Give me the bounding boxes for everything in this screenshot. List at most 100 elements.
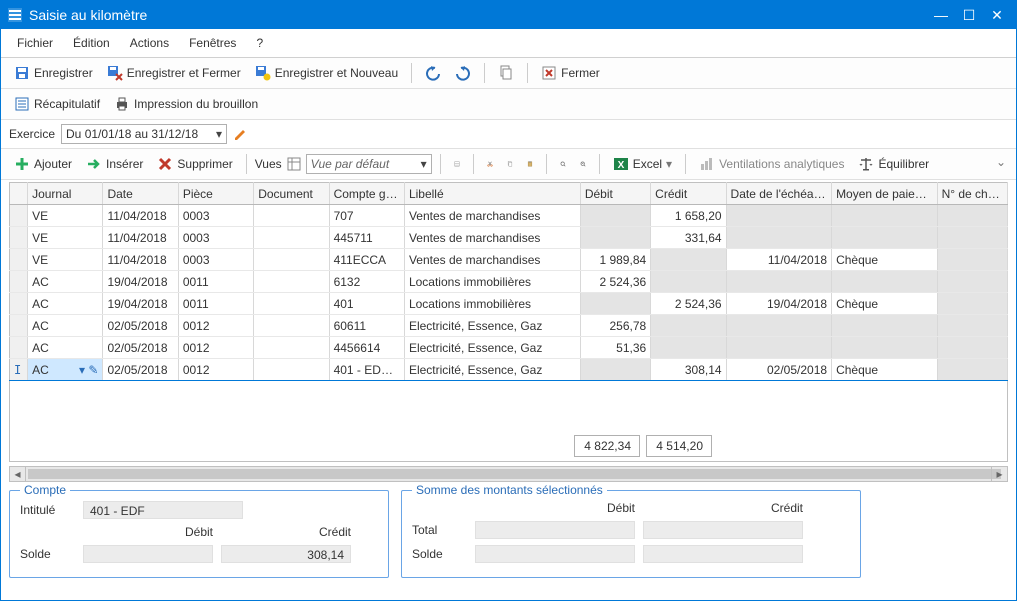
recap-button[interactable]: Récapitulatif	[9, 93, 105, 115]
col-echeance[interactable]: Date de l'échéance	[726, 183, 832, 205]
print-draft-button[interactable]: Impression du brouillon	[109, 93, 263, 115]
cell-journal[interactable]: VE	[28, 227, 103, 249]
copy-grid-icon[interactable]	[502, 156, 518, 172]
cell-moyen[interactable]: Chèque	[832, 359, 938, 381]
cell-echeance[interactable]	[726, 337, 832, 359]
cell-libelle[interactable]: Ventes de marchandises	[404, 205, 580, 227]
cell-cheque[interactable]	[937, 271, 1007, 293]
cell-date[interactable]: 11/04/2018	[103, 205, 178, 227]
cell-libelle[interactable]: Ventes de marchandises	[404, 249, 580, 271]
col-piece[interactable]: Pièce	[178, 183, 253, 205]
cell-document[interactable]	[254, 205, 329, 227]
menu-help[interactable]: ?	[248, 33, 271, 53]
add-button[interactable]: Ajouter	[9, 153, 77, 175]
cell-compte[interactable]: 401 - EDF-...	[329, 359, 404, 381]
scroll-right-icon[interactable]: ▸	[991, 467, 1007, 481]
menu-fenetres[interactable]: Fenêtres	[181, 33, 244, 53]
cell-cheque[interactable]	[937, 337, 1007, 359]
col-date[interactable]: Date	[103, 183, 178, 205]
cell-moyen[interactable]	[832, 271, 938, 293]
cell-date[interactable]: 02/05/2018	[103, 315, 178, 337]
equilibrer-button[interactable]: Équilibrer	[853, 153, 934, 175]
cell-journal[interactable]: VE	[28, 249, 103, 271]
cell-document[interactable]	[254, 271, 329, 293]
cell-debit[interactable]	[580, 205, 650, 227]
insert-button[interactable]: Insérer	[81, 153, 148, 175]
maximize-button[interactable]: ☐	[956, 5, 982, 25]
paste-icon[interactable]	[522, 156, 538, 172]
cell-credit[interactable]	[651, 315, 726, 337]
cell-date[interactable]: 02/05/2018	[103, 359, 178, 381]
col-document[interactable]: Document	[254, 183, 329, 205]
cell-credit[interactable]: 331,64	[651, 227, 726, 249]
cell-libelle[interactable]: Electricité, Essence, Gaz	[404, 359, 580, 381]
save-close-button[interactable]: Enregistrer et Fermer	[102, 62, 246, 84]
views-icon[interactable]	[286, 156, 302, 172]
overflow-chevron-icon[interactable]: ⌄	[996, 155, 1006, 169]
col-moyen[interactable]: Moyen de paiement	[832, 183, 938, 205]
cell-echeance[interactable]: 11/04/2018	[726, 249, 832, 271]
cell-echeance[interactable]: 19/04/2018	[726, 293, 832, 315]
cell-echeance[interactable]	[726, 271, 832, 293]
scroll-left-icon[interactable]: ◂	[10, 467, 26, 481]
copy-button[interactable]	[493, 62, 519, 84]
cell-compte[interactable]: 6132	[329, 271, 404, 293]
cell-compte[interactable]: 4456614	[329, 337, 404, 359]
menu-edition[interactable]: Édition	[65, 33, 118, 53]
cell-libelle[interactable]: Electricité, Essence, Gaz	[404, 315, 580, 337]
cell-debit[interactable]	[580, 293, 650, 315]
entries-grid[interactable]: Journal Date Pièce Document Compte gé...…	[9, 182, 1008, 381]
cell-compte[interactable]: 411ECCA	[329, 249, 404, 271]
col-credit[interactable]: Crédit	[651, 183, 726, 205]
cell-libelle[interactable]: Locations immobilières	[404, 293, 580, 315]
cell-document[interactable]	[254, 337, 329, 359]
redo-button[interactable]	[450, 62, 476, 84]
cell-piece[interactable]: 0012	[178, 315, 253, 337]
table-row[interactable]: IAC ▾ ✎02/05/20180012401 - EDF-...Electr…	[10, 359, 1008, 381]
cell-debit[interactable]: 1 989,84	[580, 249, 650, 271]
menu-fichier[interactable]: Fichier	[9, 33, 61, 53]
cell-piece[interactable]: 0003	[178, 249, 253, 271]
cell-document[interactable]	[254, 249, 329, 271]
table-row[interactable]: AC02/05/2018001260611Electricité, Essenc…	[10, 315, 1008, 337]
table-row[interactable]: VE11/04/20180003445711Ventes de marchand…	[10, 227, 1008, 249]
cut-icon[interactable]	[482, 156, 498, 172]
cell-credit[interactable]: 2 524,36	[651, 293, 726, 315]
views-combo[interactable]: Vue par défaut ▾	[306, 154, 432, 174]
cell-piece[interactable]: 0011	[178, 293, 253, 315]
col-cheque[interactable]: N° de chèque	[937, 183, 1007, 205]
horizontal-scrollbar[interactable]: ◂ ▸	[9, 466, 1008, 482]
grid-settings-icon[interactable]	[449, 156, 465, 172]
cell-credit[interactable]	[651, 249, 726, 271]
excel-button[interactable]: X Excel ▾	[608, 153, 677, 175]
table-row[interactable]: AC19/04/20180011401Locations immobilière…	[10, 293, 1008, 315]
cell-compte[interactable]: 445711	[329, 227, 404, 249]
cell-journal[interactable]: AC	[28, 337, 103, 359]
cell-journal[interactable]: AC	[28, 271, 103, 293]
cell-libelle[interactable]: Electricité, Essence, Gaz	[404, 337, 580, 359]
undo-button[interactable]	[420, 62, 446, 84]
cell-journal[interactable]: AC	[28, 315, 103, 337]
cell-cheque[interactable]	[937, 359, 1007, 381]
table-row[interactable]: VE11/04/20180003707Ventes de marchandise…	[10, 205, 1008, 227]
cell-journal[interactable]: AC ▾ ✎	[28, 359, 103, 381]
cell-document[interactable]	[254, 227, 329, 249]
delete-button[interactable]: Supprimer	[152, 153, 237, 175]
cell-piece[interactable]: 0003	[178, 205, 253, 227]
ventilations-button[interactable]: Ventilations analytiques	[694, 153, 849, 175]
cell-piece[interactable]: 0011	[178, 271, 253, 293]
close-button[interactable]: Fermer	[536, 62, 605, 84]
cell-debit[interactable]: 2 524,36	[580, 271, 650, 293]
cell-journal[interactable]: VE	[28, 205, 103, 227]
zoom-out-icon[interactable]	[575, 156, 591, 172]
cell-credit[interactable]: 308,14	[651, 359, 726, 381]
cell-document[interactable]	[254, 315, 329, 337]
cell-document[interactable]	[254, 293, 329, 315]
cell-echeance[interactable]	[726, 205, 832, 227]
cell-cheque[interactable]	[937, 249, 1007, 271]
cell-compte[interactable]: 401	[329, 293, 404, 315]
cell-date[interactable]: 11/04/2018	[103, 227, 178, 249]
cell-credit[interactable]	[651, 337, 726, 359]
cell-credit[interactable]: 1 658,20	[651, 205, 726, 227]
cell-moyen[interactable]: Chèque	[832, 293, 938, 315]
